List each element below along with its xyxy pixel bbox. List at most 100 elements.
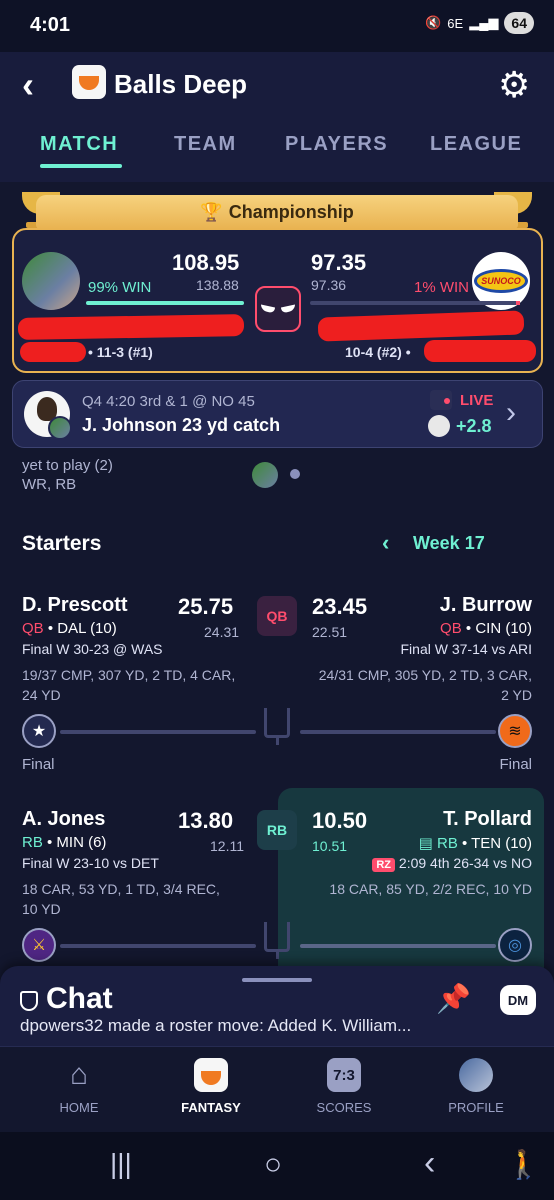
nav-fantasy[interactable]: FANTASY bbox=[156, 1058, 266, 1115]
nav-profile[interactable]: PROFILE bbox=[421, 1058, 531, 1115]
left-win-probability: 99% WIN bbox=[88, 279, 152, 296]
carousel-dot[interactable] bbox=[290, 469, 300, 479]
dm-button[interactable]: DM bbox=[500, 985, 536, 1015]
sunoco-logo: SUNOCO bbox=[474, 269, 528, 293]
player-points: 13.80 bbox=[178, 808, 234, 833]
player-points: 23.45 bbox=[312, 594, 368, 619]
drawer-handle[interactable] bbox=[242, 978, 312, 982]
trophy-icon: 🏆 bbox=[200, 201, 223, 222]
back-system-icon[interactable]: ‹ bbox=[424, 1144, 435, 1183]
game-result: Final W 37-14 vs ARI bbox=[400, 641, 533, 657]
player-points: 10.50 bbox=[312, 808, 368, 833]
championship-label: Championship bbox=[228, 201, 354, 222]
live-dot-icon bbox=[444, 398, 450, 404]
titans-icon: ◎ bbox=[498, 928, 532, 962]
cowboys-star-icon: ★ bbox=[22, 714, 56, 748]
battery-indicator: 64 bbox=[504, 12, 534, 34]
play-description: J. Johnson 23 yd catch bbox=[82, 415, 281, 435]
live-play-card[interactable] bbox=[12, 380, 543, 448]
nav-scores[interactable]: 7:3 SCORES bbox=[289, 1058, 399, 1115]
player-name[interactable]: T. Pollard bbox=[443, 808, 532, 831]
home-system-icon[interactable]: ○ bbox=[264, 1148, 282, 1182]
yet-to-play-count: yet to play (2) bbox=[22, 457, 113, 474]
left-record: • 11-3 (#1) bbox=[88, 344, 153, 360]
espn-fantasy-logo-icon bbox=[72, 65, 106, 99]
redaction-left-owner bbox=[20, 342, 86, 362]
accessibility-icon[interactable]: 🚶 bbox=[506, 1148, 541, 1181]
tab-team[interactable]: TEAM bbox=[174, 133, 237, 156]
section-title: Starters bbox=[22, 532, 102, 555]
vikings-icon: ⚔ bbox=[22, 928, 56, 962]
right-win-bar bbox=[310, 301, 520, 305]
player-stats: 18 CAR, 85 YD, 2/2 REC, 10 YD bbox=[329, 881, 532, 897]
yet-to-play-positions: WR, RB bbox=[22, 476, 77, 493]
player-name[interactable]: J. Burrow bbox=[440, 594, 532, 617]
pin-icon[interactable]: 📌 bbox=[436, 982, 471, 1015]
game-situation: Q4 4:20 3rd & 1 @ NO 45 bbox=[82, 393, 255, 410]
redaction-left-name bbox=[17, 314, 245, 340]
page-title: Balls Deep bbox=[114, 69, 247, 99]
chat-title: Chat bbox=[46, 982, 113, 1015]
player-name[interactable]: A. Jones bbox=[22, 808, 105, 831]
status-icons: 🔇 6E ▂▄▆ 64 bbox=[425, 12, 534, 34]
game-progress-bar bbox=[60, 730, 256, 734]
status-time: 4:01 bbox=[30, 14, 71, 36]
back-button[interactable]: ‹ bbox=[22, 64, 34, 106]
play-points: +2.8 bbox=[456, 416, 492, 436]
settings-gear-icon[interactable]: ⚙ bbox=[498, 64, 530, 106]
player-projection: 10.51 bbox=[312, 838, 348, 854]
news-icon: ▤ bbox=[418, 835, 437, 852]
carousel-team-avatar[interactable] bbox=[252, 462, 278, 488]
home-icon: ⌂ bbox=[69, 1058, 89, 1091]
player-projection: 12.11 bbox=[210, 838, 244, 854]
redaction-right-owner bbox=[424, 340, 536, 362]
game-progress-bar bbox=[60, 944, 256, 948]
tab-players[interactable]: PLAYERS bbox=[285, 133, 388, 156]
player-stats: 18 CAR, 53 YD, 1 TD, 3/4 REC, 10 YD bbox=[22, 881, 220, 917]
right-win-probability: 1% WIN bbox=[414, 279, 470, 296]
championship-banner: 🏆 Championship bbox=[36, 195, 518, 229]
game-result: Final W 30-23 @ WAS bbox=[22, 641, 163, 657]
recent-apps-icon[interactable]: ||| bbox=[110, 1148, 132, 1180]
versus-icon bbox=[255, 286, 301, 332]
right-record: 10-4 (#2) • bbox=[345, 344, 411, 360]
left-score: 108.95 bbox=[172, 250, 240, 275]
live-badge: LIVE bbox=[460, 392, 494, 409]
mute-icon: 🔇 bbox=[425, 15, 442, 30]
player-projection: 24.31 bbox=[204, 624, 240, 640]
signal-icon: ▂▄▆ bbox=[469, 15, 499, 30]
game-progress-bar bbox=[300, 944, 496, 948]
player-position-team: QB • DAL (10) bbox=[22, 620, 117, 637]
tab-match[interactable]: MATCH bbox=[40, 133, 118, 156]
week-previous-chevron-icon[interactable]: ‹ bbox=[382, 530, 389, 556]
profile-icon bbox=[459, 1058, 493, 1092]
player-stats: 19/37 CMP, 307 YD, 2 TD, 4 CAR, 24 YD bbox=[22, 667, 236, 703]
redzone-badge: RZ bbox=[372, 858, 396, 872]
left-win-bar bbox=[86, 301, 244, 305]
yet-to-play: yet to play (2) WR, RB bbox=[22, 456, 113, 494]
slot-badge-rb: RB bbox=[257, 810, 297, 850]
player-position-team: RB • MIN (6) bbox=[22, 834, 107, 851]
player-name[interactable]: D. Prescott bbox=[22, 594, 128, 617]
game-clock: RZ 2:09 4th 26-34 vs NO bbox=[372, 855, 532, 872]
player-position-team: ▤ RB • TEN (10) bbox=[418, 835, 532, 852]
nav-home[interactable]: ⌂ HOME bbox=[24, 1058, 134, 1115]
chevron-right-icon[interactable]: › bbox=[506, 396, 516, 430]
goalpost-icon bbox=[264, 708, 290, 745]
player-points: 25.75 bbox=[178, 594, 234, 619]
player-projection: 22.51 bbox=[312, 624, 348, 640]
player-position-team: QB • CIN (10) bbox=[440, 620, 532, 637]
player-stats: 24/31 CMP, 305 YD, 2 TD, 3 CAR, 2 YD bbox=[318, 667, 532, 703]
scores-icon: 7:3 bbox=[327, 1058, 361, 1092]
week-selector[interactable]: Week 17 bbox=[413, 533, 485, 554]
left-team-avatar[interactable] bbox=[22, 252, 80, 310]
shield-icon bbox=[20, 991, 38, 1011]
bengals-icon: ≋ bbox=[498, 714, 532, 748]
network-label: 6E bbox=[447, 15, 464, 31]
game-progress-bar bbox=[300, 730, 496, 734]
left-projected: 138.88 bbox=[196, 277, 239, 293]
play-player-mini-avatar bbox=[428, 415, 450, 437]
game-result: Final W 23-10 vs DET bbox=[22, 855, 159, 871]
tab-league[interactable]: LEAGUE bbox=[430, 133, 522, 156]
chat-latest-message[interactable]: dpowers32 made a roster move: Added K. W… bbox=[20, 1016, 411, 1036]
